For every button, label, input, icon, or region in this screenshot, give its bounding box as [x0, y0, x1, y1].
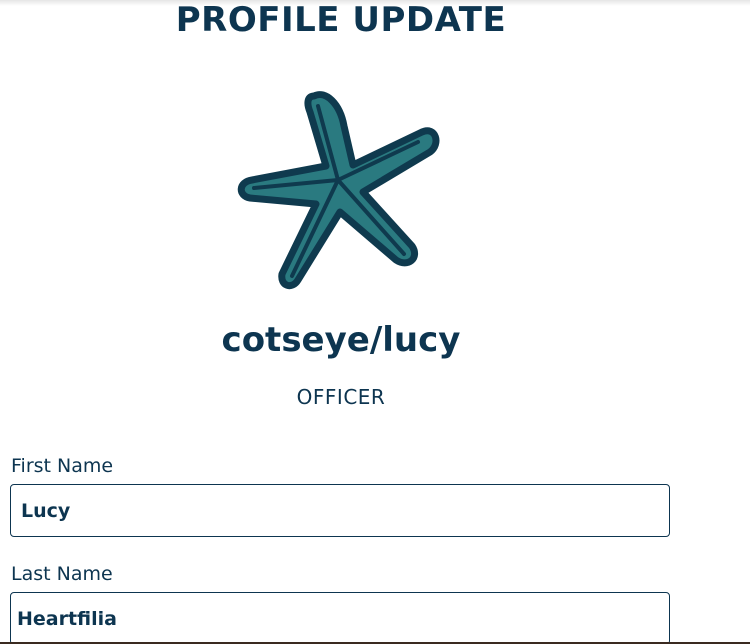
starfish-icon — [237, 91, 440, 290]
page-title: PROFILE UPDATE — [175, 0, 507, 40]
last-name-input[interactable] — [10, 592, 670, 644]
first-name-input[interactable] — [10, 484, 670, 537]
first-name-label: First Name — [11, 455, 114, 477]
avatar[interactable] — [236, 88, 440, 292]
role-label: OFFICER — [296, 385, 386, 409]
profile-update-page: PROFILE UPDATE cotseye/lucy OFFICER Firs… — [0, 0, 750, 644]
username: cotseye/lucy — [221, 320, 461, 360]
last-name-label: Last Name — [11, 563, 113, 585]
